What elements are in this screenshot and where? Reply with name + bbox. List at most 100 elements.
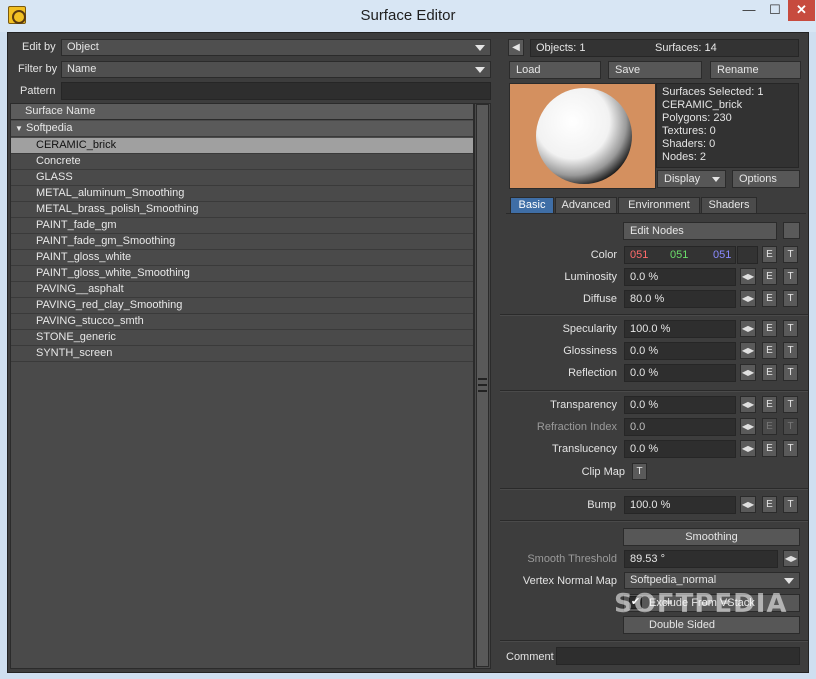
pattern-label: Pattern — [20, 85, 56, 97]
bump-spinner[interactable]: ◀▶ — [740, 496, 756, 513]
tab-advanced[interactable]: Advanced — [555, 197, 617, 213]
luminosity-label: Luminosity — [564, 271, 617, 283]
specularity-envelope-button[interactable]: E — [762, 320, 777, 337]
diffuse-spinner[interactable]: ◀▶ — [740, 290, 756, 307]
surface-preview[interactable] — [509, 83, 656, 189]
reflection-label: Reflection — [568, 367, 617, 379]
color-envelope-button[interactable]: E — [762, 246, 777, 263]
tab-basic[interactable]: Basic — [510, 197, 554, 213]
transparency-input[interactable]: 0.0 % — [624, 396, 736, 414]
surface-row[interactable]: PAINT_gloss_white_Smoothing — [11, 266, 473, 282]
luminosity-texture-button[interactable]: T — [783, 268, 798, 285]
tab-divider — [506, 213, 806, 214]
surface-row[interactable]: METAL_aluminum_Smoothing — [11, 186, 473, 202]
refraction-index-texture-button[interactable]: T — [783, 418, 798, 435]
glossiness-texture-button[interactable]: T — [783, 342, 798, 359]
smooth-threshold-input[interactable]: 89.53 ° — [624, 550, 778, 568]
luminosity-spinner[interactable]: ◀▶ — [740, 268, 756, 285]
expand-arrow-icon[interactable]: ▼ — [15, 124, 23, 133]
surface-row[interactable]: PAINT_fade_gm_Smoothing — [11, 234, 473, 250]
diffuse-texture-button[interactable]: T — [783, 290, 798, 307]
specularity-texture-button[interactable]: T — [783, 320, 798, 337]
glossiness-input[interactable]: 0.0 % — [624, 342, 736, 360]
surface-row[interactable]: METAL_brass_polish_Smoothing — [11, 202, 473, 218]
display-label: Display — [664, 173, 701, 185]
surface-list[interactable]: Surface Name ▼ Softpedia CERAMIC_brick Co… — [10, 103, 474, 669]
reflection-envelope-button[interactable]: E — [762, 364, 777, 381]
load-button[interactable]: Load — [509, 61, 601, 79]
surface-row[interactable]: GLASS — [11, 170, 473, 186]
luminosity-input[interactable]: 0.0 % — [624, 268, 736, 286]
info-line: Shaders: 0 — [662, 138, 716, 150]
maximize-button[interactable]: ☐ — [762, 0, 788, 21]
surface-group-softpedia[interactable]: ▼ Softpedia — [11, 121, 473, 137]
color-swatch[interactable] — [737, 246, 758, 264]
tab-environment[interactable]: Environment — [618, 197, 700, 213]
edit-by-dropdown[interactable]: Object — [61, 39, 491, 56]
clip-map-texture-button[interactable]: T — [632, 463, 647, 480]
scroll-grip-icon — [478, 378, 487, 392]
color-red-value[interactable]: 051 — [630, 249, 648, 261]
surface-row[interactable]: STONE_generic — [11, 330, 473, 346]
color-value-field[interactable]: 051 051 051 — [624, 246, 736, 264]
close-button[interactable]: ✕ — [788, 0, 815, 21]
refraction-index-input[interactable]: 0.0 — [624, 418, 736, 436]
translucency-texture-button[interactable]: T — [783, 440, 798, 457]
options-button[interactable]: Options — [732, 170, 800, 188]
surface-row[interactable]: PAVING_red_clay_Smoothing — [11, 298, 473, 314]
surface-row[interactable]: PAINT_fade_gm — [11, 218, 473, 234]
translucency-input[interactable]: 0.0 % — [624, 440, 736, 458]
rename-button[interactable]: Rename — [710, 61, 801, 79]
reflection-spinner[interactable]: ◀▶ — [740, 364, 756, 381]
minimize-button[interactable]: — — [736, 0, 762, 21]
filter-by-dropdown[interactable]: Name — [61, 61, 491, 78]
transparency-envelope-button[interactable]: E — [762, 396, 777, 413]
info-line: Textures: 0 — [662, 125, 716, 137]
save-button[interactable]: Save — [608, 61, 702, 79]
specularity-input[interactable]: 100.0 % — [624, 320, 736, 338]
bump-texture-button[interactable]: T — [783, 496, 798, 513]
edit-by-value: Object — [67, 41, 99, 53]
smooth-threshold-spinner[interactable]: ◀▶ — [783, 550, 799, 567]
surface-row[interactable]: PAVING__asphalt — [11, 282, 473, 298]
glossiness-envelope-button[interactable]: E — [762, 342, 777, 359]
bump-envelope-button[interactable]: E — [762, 496, 777, 513]
edit-nodes-button[interactable]: Edit Nodes — [623, 222, 777, 240]
color-texture-button[interactable]: T — [783, 246, 798, 263]
display-dropdown[interactable]: Display — [657, 170, 726, 188]
color-blue-value[interactable]: 051 — [713, 247, 731, 263]
surface-row[interactable]: PAVING_stucco_smth — [11, 314, 473, 330]
color-green-value[interactable]: 051 — [670, 247, 688, 263]
smoothing-toggle[interactable]: Smoothing — [623, 528, 800, 546]
glossiness-label: Glossiness — [563, 345, 617, 357]
surface-name-column-header[interactable]: Surface Name — [11, 104, 473, 120]
edit-nodes-toggle[interactable] — [783, 222, 800, 239]
surface-row[interactable]: PAINT_gloss_white — [11, 250, 473, 266]
comment-input[interactable] — [556, 647, 800, 665]
diffuse-envelope-button[interactable]: E — [762, 290, 777, 307]
specularity-spinner[interactable]: ◀▶ — [740, 320, 756, 337]
luminosity-envelope-button[interactable]: E — [762, 268, 777, 285]
pattern-input[interactable] — [61, 82, 491, 100]
reflection-input[interactable]: 0.0 % — [624, 364, 736, 382]
tab-shaders[interactable]: Shaders — [701, 197, 757, 213]
double-sided-toggle[interactable]: Double Sided — [623, 616, 800, 634]
bump-input[interactable]: 100.0 % — [624, 496, 736, 514]
reflection-texture-button[interactable]: T — [783, 364, 798, 381]
comment-label: Comment — [506, 651, 554, 663]
vertex-normal-map-dropdown[interactable]: Softpedia_normal — [624, 572, 800, 589]
surface-row[interactable]: CERAMIC_brick — [11, 138, 473, 154]
diffuse-input[interactable]: 80.0 % — [624, 290, 736, 308]
back-arrow-button[interactable]: ◀ — [508, 39, 524, 56]
transparency-spinner[interactable]: ◀▶ — [740, 396, 756, 413]
translucency-spinner[interactable]: ◀▶ — [740, 440, 756, 457]
transparency-texture-button[interactable]: T — [783, 396, 798, 413]
surface-row[interactable]: Concrete — [11, 154, 473, 170]
surface-row[interactable]: SYNTH_screen — [11, 346, 473, 362]
refraction-index-envelope-button[interactable]: E — [762, 418, 777, 435]
chevron-down-icon — [475, 67, 485, 73]
refraction-index-spinner[interactable]: ◀▶ — [740, 418, 756, 435]
translucency-envelope-button[interactable]: E — [762, 440, 777, 457]
chevron-down-icon — [712, 177, 720, 182]
glossiness-spinner[interactable]: ◀▶ — [740, 342, 756, 359]
